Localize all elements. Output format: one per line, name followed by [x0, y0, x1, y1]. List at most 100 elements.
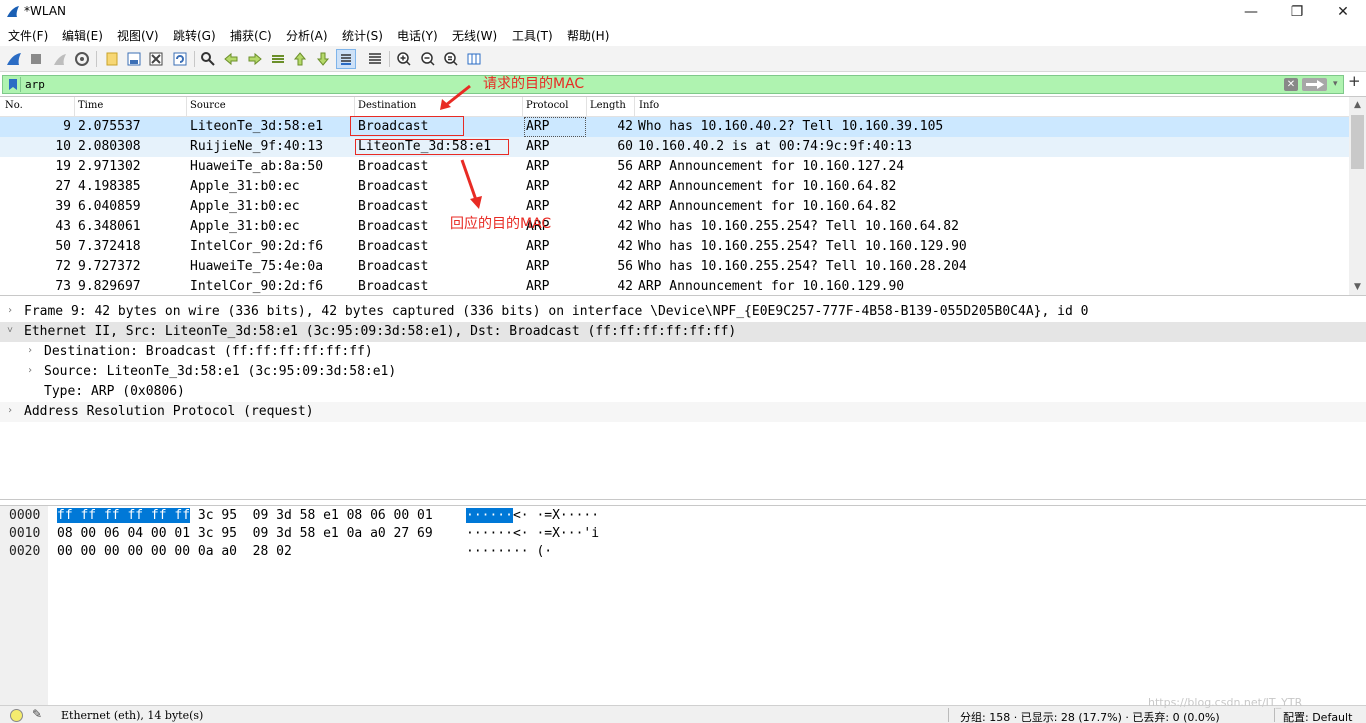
colorize-icon[interactable]: [365, 49, 385, 69]
open-folder-icon[interactable]: [102, 49, 122, 69]
find-icon[interactable]: [198, 49, 218, 69]
hex-selection[interactable]: ff ff ff ff ff ff: [57, 508, 191, 523]
display-filter-input[interactable]: arp ✕ ▾: [2, 75, 1344, 94]
scroll-down-icon[interactable]: ▼: [1349, 279, 1366, 295]
shark-start-icon[interactable]: [4, 49, 24, 69]
column-header-source[interactable]: Source: [190, 100, 226, 114]
zoom-normal-icon[interactable]: [441, 49, 461, 69]
detail-row-frame[interactable]: › Frame 9: 42 bytes on wire (336 bits), …: [0, 302, 1366, 322]
column-divider[interactable]: [586, 97, 587, 117]
reload-icon[interactable]: [170, 49, 190, 69]
close-file-icon[interactable]: [146, 49, 166, 69]
column-divider[interactable]: [186, 97, 187, 117]
save-file-icon[interactable]: [124, 49, 144, 69]
menu-edit[interactable]: 编辑(E): [62, 27, 103, 44]
expand-chevron-icon[interactable]: ›: [7, 405, 13, 416]
close-button[interactable]: ✕: [1320, 0, 1366, 24]
table-row[interactable]: 27 4.198385 Apple_31:b0:ec Broadcast ARP…: [0, 177, 1349, 197]
scroll-up-icon[interactable]: ▲: [1349, 97, 1366, 113]
toolbar-separator: [389, 51, 390, 67]
cell-protocol: ARP: [526, 239, 550, 254]
add-filter-button[interactable]: +: [1348, 72, 1361, 90]
cell-destination: Broadcast: [358, 219, 429, 234]
detail-row-destination[interactable]: › Destination: Broadcast (ff:ff:ff:ff:ff…: [0, 342, 1366, 362]
menu-help[interactable]: 帮助(H): [567, 27, 609, 44]
menu-view[interactable]: 视图(V): [117, 27, 159, 44]
go-forward-icon[interactable]: [245, 49, 265, 69]
collapse-chevron-icon[interactable]: ˅: [7, 325, 13, 337]
column-header-protocol[interactable]: Protocol: [526, 100, 568, 114]
bookmark-icon[interactable]: [5, 77, 21, 92]
menu-statistics[interactable]: 统计(S): [342, 27, 383, 44]
ascii-row[interactable]: ······<· ·=X·····: [466, 508, 599, 523]
column-header-info[interactable]: Info: [639, 100, 659, 114]
table-row[interactable]: 19 2.971302 HuaweiTe_ab:8a:50 Broadcast …: [0, 157, 1349, 177]
detail-row-source[interactable]: › Source: LiteonTe_3d:58:e1 (3c:95:09:3d…: [0, 362, 1366, 382]
go-to-packet-icon[interactable]: [268, 49, 288, 69]
detail-row-type[interactable]: Type: ARP (0x0806): [0, 382, 1366, 402]
resize-columns-icon[interactable]: [464, 49, 484, 69]
detail-row-ethernet[interactable]: ˅ Ethernet II, Src: LiteonTe_3d:58:e1 (3…: [0, 322, 1366, 342]
ascii-selection[interactable]: ······: [466, 508, 513, 523]
column-header-length[interactable]: Length: [590, 100, 626, 114]
options-gear-icon[interactable]: [72, 49, 92, 69]
cell-destination: Broadcast: [358, 179, 429, 194]
filter-history-dropdown-icon[interactable]: ▾: [1333, 79, 1338, 89]
detail-row-arp[interactable]: › Address Resolution Protocol (request): [0, 402, 1366, 422]
hex-row[interactable]: 00 00 00 00 00 00 0a a0 28 02: [57, 544, 292, 559]
cell-time: 2.080308: [78, 139, 141, 154]
edit-comment-icon[interactable]: ✎: [32, 707, 42, 721]
go-back-icon[interactable]: [221, 49, 241, 69]
menu-analyze[interactable]: 分析(A): [286, 27, 328, 44]
status-profile[interactable]: 配置: Default: [1283, 709, 1352, 723]
table-row[interactable]: 43 6.348061 Apple_31:b0:ec Broadcast ARP…: [0, 217, 1349, 237]
table-row[interactable]: 72 9.727372 HuaweiTe_75:4e:0a Broadcast …: [0, 257, 1349, 277]
zoom-out-icon[interactable]: [418, 49, 438, 69]
table-row[interactable]: 39 6.040859 Apple_31:b0:ec Broadcast ARP…: [0, 197, 1349, 217]
menu-capture[interactable]: 捕获(C): [230, 27, 272, 44]
go-last-icon[interactable]: [313, 49, 333, 69]
minimize-button[interactable]: —: [1228, 0, 1274, 24]
column-divider[interactable]: [634, 97, 635, 117]
clear-filter-icon[interactable]: ✕: [1284, 78, 1298, 91]
wireshark-fin-icon: [7, 6, 19, 17]
column-divider[interactable]: [74, 97, 75, 117]
menu-tools[interactable]: 工具(T): [512, 27, 553, 44]
scrollbar-thumb[interactable]: [1351, 115, 1364, 169]
menu-file[interactable]: 文件(F): [8, 27, 48, 44]
table-row[interactable]: 73 9.829697 IntelCor_90:2d:f6 Broadcast …: [0, 277, 1349, 295]
go-first-icon[interactable]: [290, 49, 310, 69]
ascii-row[interactable]: ······<· ·=X···'i: [466, 526, 599, 541]
menu-go[interactable]: 跳转(G): [173, 27, 216, 44]
maximize-button[interactable]: ❐: [1274, 0, 1320, 24]
cell-length: 42: [617, 239, 633, 254]
expand-chevron-icon[interactable]: ›: [7, 305, 13, 316]
column-divider[interactable]: [354, 97, 355, 117]
stop-icon[interactable]: [26, 49, 46, 69]
ascii-row[interactable]: ········ (·: [466, 544, 552, 559]
cell-source: IntelCor_90:2d:f6: [190, 279, 324, 294]
apply-filter-arrow-icon[interactable]: [1302, 78, 1327, 91]
table-row[interactable]: 10 2.080308 RuijieNe_9f:40:13 LiteonTe_3…: [0, 137, 1349, 157]
expand-chevron-icon[interactable]: ›: [27, 345, 33, 356]
column-header-destination[interactable]: Destination: [358, 100, 416, 114]
detail-text: Ethernet II, Src: LiteonTe_3d:58:e1 (3c:…: [24, 324, 737, 339]
expand-chevron-icon[interactable]: ›: [27, 365, 33, 376]
hex-row[interactable]: ff ff ff ff ff ff 3c 95 09 3d 58 e1 08 0…: [57, 508, 433, 523]
cell-length: 42: [617, 119, 633, 134]
column-divider[interactable]: [522, 97, 523, 117]
hex-row[interactable]: 08 00 06 04 00 01 3c 95 09 3d 58 e1 0a a…: [57, 526, 433, 541]
column-header-time[interactable]: Time: [78, 100, 103, 114]
watermark-text: https://blog.csdn.net/IT_YTR: [1148, 696, 1303, 709]
table-row[interactable]: 9 2.075537 LiteonTe_3d:58:e1 Broadcast A…: [0, 117, 1349, 137]
expert-info-indicator-icon[interactable]: [10, 709, 23, 722]
cell-no: 19: [55, 159, 71, 174]
column-header-no[interactable]: No.: [5, 100, 23, 114]
zoom-in-icon[interactable]: [394, 49, 414, 69]
menu-wireless[interactable]: 无线(W): [452, 27, 497, 44]
window-title: *WLAN: [24, 4, 67, 18]
autoscroll-icon[interactable]: [336, 49, 356, 69]
restart-icon[interactable]: [50, 49, 70, 69]
menu-telephony[interactable]: 电话(Y): [397, 27, 438, 44]
table-row[interactable]: 50 7.372418 IntelCor_90:2d:f6 Broadcast …: [0, 237, 1349, 257]
